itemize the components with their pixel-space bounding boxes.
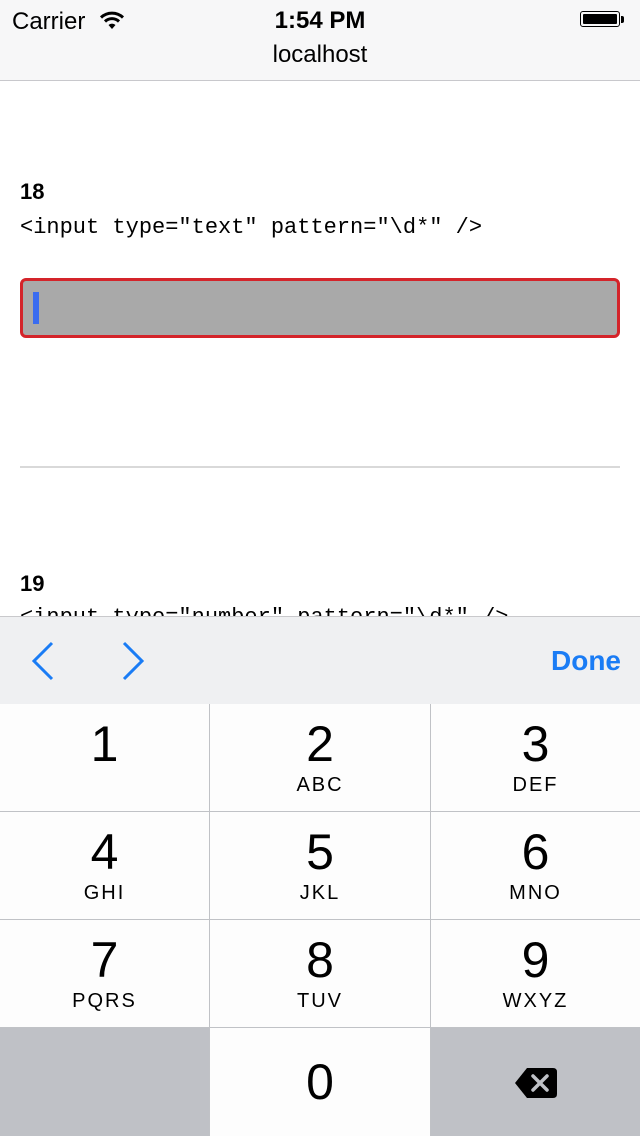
previous-field-button[interactable] [24, 639, 64, 683]
status-time: 1:54 PM [274, 7, 366, 34]
section-divider [20, 466, 620, 468]
battery-icon [580, 11, 626, 29]
chevron-right-icon [122, 641, 145, 681]
key-3[interactable]: 3 DEF [431, 704, 640, 811]
example-19-number: 19 [20, 571, 45, 596]
example-18-number: 18 [20, 179, 45, 204]
key-8[interactable]: 8 TUV [210, 920, 430, 1027]
key-5[interactable]: 5 JKL [210, 812, 430, 919]
key-4[interactable]: 4 GHI [0, 812, 209, 919]
key-7[interactable]: 7 PQRS [0, 920, 209, 1027]
key-2[interactable]: 2 ABC [210, 704, 430, 811]
example-18-code: <input type="text" pattern="\d*" /> [20, 215, 483, 240]
url-bar[interactable]: localhost [0, 41, 640, 69]
backspace-icon [515, 1068, 557, 1098]
key-0[interactable]: 0 [210, 1028, 430, 1136]
blank-key [0, 1028, 209, 1136]
page-content: 18 <input type="text" pattern="\d*" /> 1… [0, 81, 640, 616]
key-9[interactable]: 9 WXYZ [431, 920, 640, 1027]
key-6[interactable]: 6 MNO [431, 812, 640, 919]
key-1[interactable]: 1 [0, 704, 209, 811]
example-18-text-input[interactable] [20, 278, 620, 338]
example-19-code: <input type="number" pattern="\d*" /> [20, 605, 508, 616]
status-and-url-bar: Carrier 1:54 PM localhost [0, 0, 640, 81]
delete-key[interactable] [431, 1028, 640, 1136]
numeric-keypad: 1 2 ABC 3 DEF 4 GHI 5 JKL 6 MNO 7 PQRS 8… [0, 704, 640, 1136]
done-button[interactable]: Done [551, 645, 621, 677]
keyboard-accessory-bar: Done [0, 616, 640, 705]
text-cursor [33, 292, 39, 324]
next-field-button[interactable] [112, 639, 152, 683]
chevron-left-icon [31, 641, 54, 681]
